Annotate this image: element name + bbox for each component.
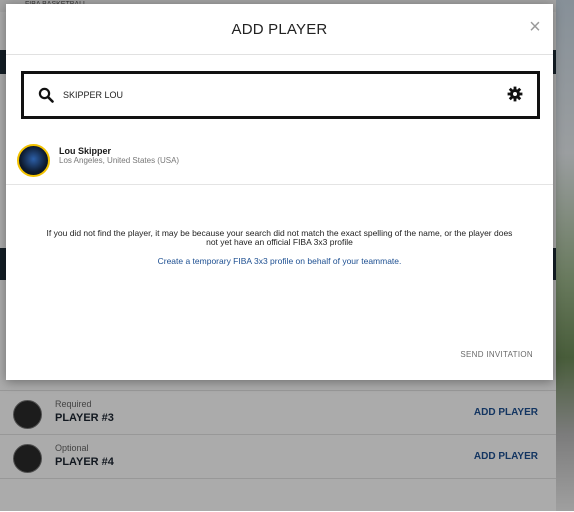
modal-header: ADD PLAYER × (6, 4, 553, 55)
send-invitation-button[interactable]: SEND INVITATION (460, 350, 533, 359)
add-player-modal: ADD PLAYER × Lou Skipper Los (6, 4, 553, 380)
not-found-notice: If you did not find the player, it may b… (46, 228, 513, 247)
modal-title: ADD PLAYER (231, 21, 328, 38)
search-result-item[interactable]: Lou Skipper Los Angeles, United States (… (6, 136, 553, 185)
close-icon[interactable]: × (527, 17, 543, 37)
search-box (21, 71, 540, 119)
create-temporary-profile-link[interactable]: Create a temporary FIBA 3x3 profile on b… (6, 256, 553, 266)
avatar (17, 144, 50, 177)
gear-icon[interactable] (507, 86, 523, 102)
result-player-location: Los Angeles, United States (USA) (59, 156, 180, 165)
search-icon (38, 87, 54, 103)
search-input[interactable] (63, 85, 483, 105)
result-player-name: Lou Skipper (59, 146, 112, 156)
